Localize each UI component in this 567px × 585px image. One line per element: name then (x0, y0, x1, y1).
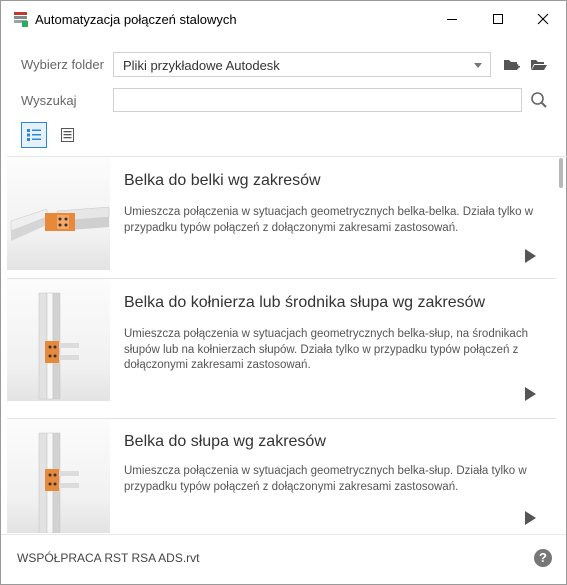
list-item[interactable]: Belka do kołnierza lub środnika słupa wg… (7, 279, 556, 419)
list-scrollbar[interactable] (556, 156, 566, 533)
detail-view-icon (60, 128, 74, 142)
scrollbar-thumb[interactable] (559, 158, 563, 188)
search-button[interactable] (528, 89, 550, 111)
beam-to-column-image (38, 432, 79, 533)
item-title: Belka do kołnierza lub środnika słupa wg… (124, 294, 486, 311)
close-icon (537, 13, 549, 25)
search-label: Wyszukaj (21, 93, 77, 108)
window-title: Automatyzacja połączeń stalowych (35, 12, 237, 27)
search-icon (531, 92, 547, 108)
list-view-button[interactable] (21, 122, 47, 148)
open-folder-icon (531, 60, 547, 70)
item-title: Belka do słupa wg zakresów (124, 433, 326, 450)
beam-to-beam-image (10, 206, 110, 241)
open-folder-button[interactable] (528, 54, 550, 76)
new-folder-icon (504, 60, 520, 70)
item-description: Umieszcza połączenia w sytuacjach geomet… (124, 206, 534, 234)
beam-to-beam-thumbnail (7, 157, 110, 270)
project-file-name: WSPÓŁPRACA RST RSA ADS.rvt (17, 551, 200, 565)
item-description: Umieszcza połączenia w sytuacjach geomet… (124, 328, 528, 371)
list-view-icon (27, 129, 41, 141)
play-icon[interactable] (525, 249, 536, 263)
close-button[interactable] (520, 1, 566, 37)
new-folder-button[interactable] (501, 54, 523, 76)
minimize-button[interactable] (429, 1, 475, 37)
item-title: Belka do belki wg zakresów (124, 172, 321, 189)
maximize-icon (493, 14, 503, 24)
folder-label: Wybierz folder (21, 57, 104, 72)
minimize-icon (447, 19, 457, 20)
folder-select-value: Pliki przykładowe Autodesk (123, 58, 280, 73)
footer: WSPÓŁPRACA RST RSA ADS.rvt ? (1, 534, 566, 584)
play-icon[interactable] (525, 511, 536, 525)
beam-to-column-flange-image (38, 292, 79, 400)
beam-to-column-flange-thumbnail (7, 279, 110, 401)
folder-select[interactable]: Pliki przykładowe Autodesk (113, 52, 491, 77)
play-icon[interactable] (525, 387, 536, 401)
macro-list: Belka do belki wg zakresów Umieszcza poł… (7, 156, 567, 533)
steel-connection-app-icon (14, 12, 28, 27)
list-item[interactable]: Belka do słupa wg zakresów Umieszcza poł… (7, 419, 556, 533)
item-description: Umieszcza połączenia w sytuacjach geomet… (124, 465, 527, 493)
help-icon[interactable]: ? (534, 549, 552, 567)
main-window: Automatyzacja połączeń stalowych Wybierz… (0, 0, 567, 585)
chevron-down-icon (474, 63, 482, 68)
title-bar: Automatyzacja połączeń stalowych (1, 1, 566, 37)
beam-to-column-thumbnail (7, 419, 110, 533)
detail-view-button[interactable] (54, 122, 80, 148)
maximize-button[interactable] (475, 1, 521, 37)
search-input[interactable] (113, 88, 522, 112)
list-item[interactable]: Belka do belki wg zakresów Umieszcza poł… (7, 157, 556, 279)
